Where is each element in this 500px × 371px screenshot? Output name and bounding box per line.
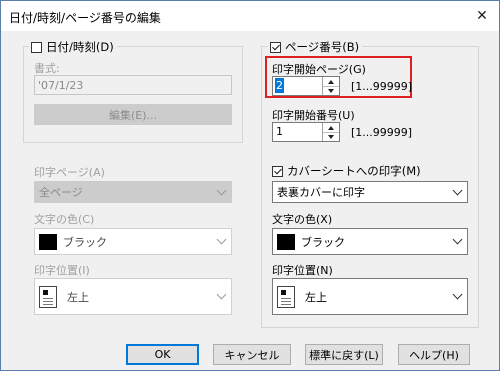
dialog-window: 日付/時刻/ページ番号の編集 ✕ 日付/時刻(D) 書式: '07/1/23 編… bbox=[0, 0, 500, 371]
start-page-label: 印字開始ページ(G) bbox=[272, 63, 366, 76]
left-position-value: 左上 bbox=[67, 290, 89, 304]
spinner-arrows bbox=[322, 123, 339, 141]
color-swatch bbox=[39, 233, 57, 250]
cancel-button[interactable]: キャンセル bbox=[213, 344, 291, 365]
start-number-range: [1...99999] bbox=[351, 126, 413, 139]
color-swatch bbox=[277, 233, 295, 250]
format-input[interactable]: '07/1/23 bbox=[34, 75, 232, 95]
close-icon[interactable]: ✕ bbox=[471, 5, 493, 27]
start-page-range: [1...99999] bbox=[351, 80, 413, 93]
chevron-down-icon bbox=[216, 289, 227, 300]
print-page-label: 印字ページ(A) bbox=[34, 166, 105, 179]
left-color-value: ブラック bbox=[63, 235, 107, 249]
cover-sheet-checkbox[interactable] bbox=[272, 165, 283, 177]
print-page-value: 全ページ bbox=[39, 186, 83, 199]
left-color-select[interactable]: ブラック bbox=[34, 228, 232, 255]
chevron-down-icon bbox=[452, 289, 463, 300]
ok-button[interactable]: OK bbox=[126, 344, 199, 365]
chevron-down-icon bbox=[452, 185, 463, 196]
start-number-label: 印字開始番号(U) bbox=[272, 109, 355, 122]
spin-down-icon[interactable] bbox=[323, 132, 339, 141]
position-select[interactable]: 左上 bbox=[272, 278, 468, 315]
start-number-value: 1 bbox=[276, 125, 283, 138]
cover-sheet-value: 表裏カバーに印字 bbox=[277, 186, 365, 199]
page-number-legend[interactable]: ページ番号(B) bbox=[268, 39, 363, 55]
left-position-label: 印字位置(I) bbox=[34, 264, 90, 277]
date-time-legend[interactable]: 日付/時刻(D) bbox=[29, 39, 117, 55]
cover-sheet-row[interactable]: カバーシートへの印字(M) bbox=[272, 163, 421, 179]
dialog-client: 日付/時刻(D) 書式: '07/1/23 編集(E)... 印字ページ(A) … bbox=[1, 31, 499, 370]
help-button[interactable]: ヘルプ(H) bbox=[398, 344, 470, 365]
page-number-checkbox[interactable] bbox=[270, 41, 281, 53]
date-time-checkbox[interactable] bbox=[31, 41, 42, 53]
color-value: ブラック bbox=[301, 235, 345, 249]
window-title: 日付/時刻/ページ番号の編集 bbox=[9, 11, 161, 25]
spin-down-icon[interactable] bbox=[323, 86, 339, 95]
cover-sheet-select[interactable]: 表裏カバーに印字 bbox=[272, 181, 468, 203]
left-color-label: 文字の色(C) bbox=[34, 213, 95, 226]
date-time-checkbox-label: 日付/時刻(D) bbox=[46, 40, 114, 54]
print-page-select[interactable]: 全ページ bbox=[34, 181, 232, 203]
spinner-arrows bbox=[322, 77, 339, 95]
chevron-down-icon bbox=[216, 234, 227, 245]
chevron-down-icon bbox=[216, 185, 227, 196]
page-number-checkbox-label: ページ番号(B) bbox=[285, 40, 360, 54]
format-label: 書式: bbox=[34, 62, 60, 75]
restore-default-button[interactable]: 標準に戻す(L) bbox=[305, 344, 383, 365]
title-bar: 日付/時刻/ページ番号の編集 ✕ bbox=[1, 1, 499, 31]
position-label: 印字位置(N) bbox=[272, 264, 333, 277]
chevron-down-icon bbox=[452, 234, 463, 245]
start-page-value: 2 bbox=[275, 78, 284, 93]
edit-button[interactable]: 編集(E)... bbox=[34, 104, 232, 125]
format-value: '07/1/23 bbox=[38, 78, 84, 92]
position-top-left-icon bbox=[39, 285, 57, 308]
position-top-left-icon bbox=[277, 285, 295, 308]
position-value: 左上 bbox=[305, 290, 327, 304]
start-number-spinner[interactable]: 1 bbox=[272, 122, 340, 142]
left-position-select[interactable]: 左上 bbox=[34, 278, 232, 315]
start-page-spinner[interactable]: 2 bbox=[272, 76, 340, 96]
color-select[interactable]: ブラック bbox=[272, 228, 468, 255]
cover-sheet-label: カバーシートへの印字(M) bbox=[287, 164, 421, 178]
color-label: 文字の色(X) bbox=[272, 213, 333, 226]
